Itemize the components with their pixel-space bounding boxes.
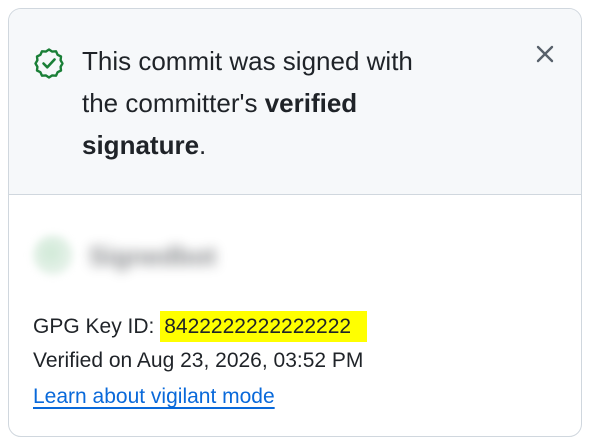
- message-signature-word: signature: [82, 130, 200, 160]
- message-line-2: the committer's: [82, 88, 258, 118]
- popover-header: This commit was signed with the committe…: [9, 9, 581, 195]
- message-verified-word: verified: [264, 88, 358, 118]
- close-button[interactable]: [530, 39, 560, 69]
- avatar[interactable]: [33, 235, 73, 275]
- signature-message: This commit was signed with the committe…: [82, 40, 482, 166]
- close-icon: [536, 45, 554, 63]
- verified-check-icon: [34, 48, 64, 79]
- verified-timestamp: Verified on Aug 23, 2026, 03:52 PM: [33, 349, 364, 372]
- gpg-key-row: GPG Key ID: 8422222222222222: [33, 311, 368, 342]
- message-line-1: This commit was signed with: [82, 46, 413, 76]
- signer-username[interactable]: Signedbot: [89, 241, 216, 272]
- vigilant-mode-link[interactable]: Learn about vigilant mode: [33, 385, 275, 408]
- gpg-key-label: GPG Key ID:: [33, 315, 155, 338]
- gpg-key-id: 8422222222222222: [160, 311, 368, 342]
- message-period: .: [199, 130, 207, 160]
- popover-body: Signedbot GPG Key ID: 8422222222222222 V…: [9, 195, 581, 436]
- signature-popover: This commit was signed with the committe…: [8, 8, 582, 437]
